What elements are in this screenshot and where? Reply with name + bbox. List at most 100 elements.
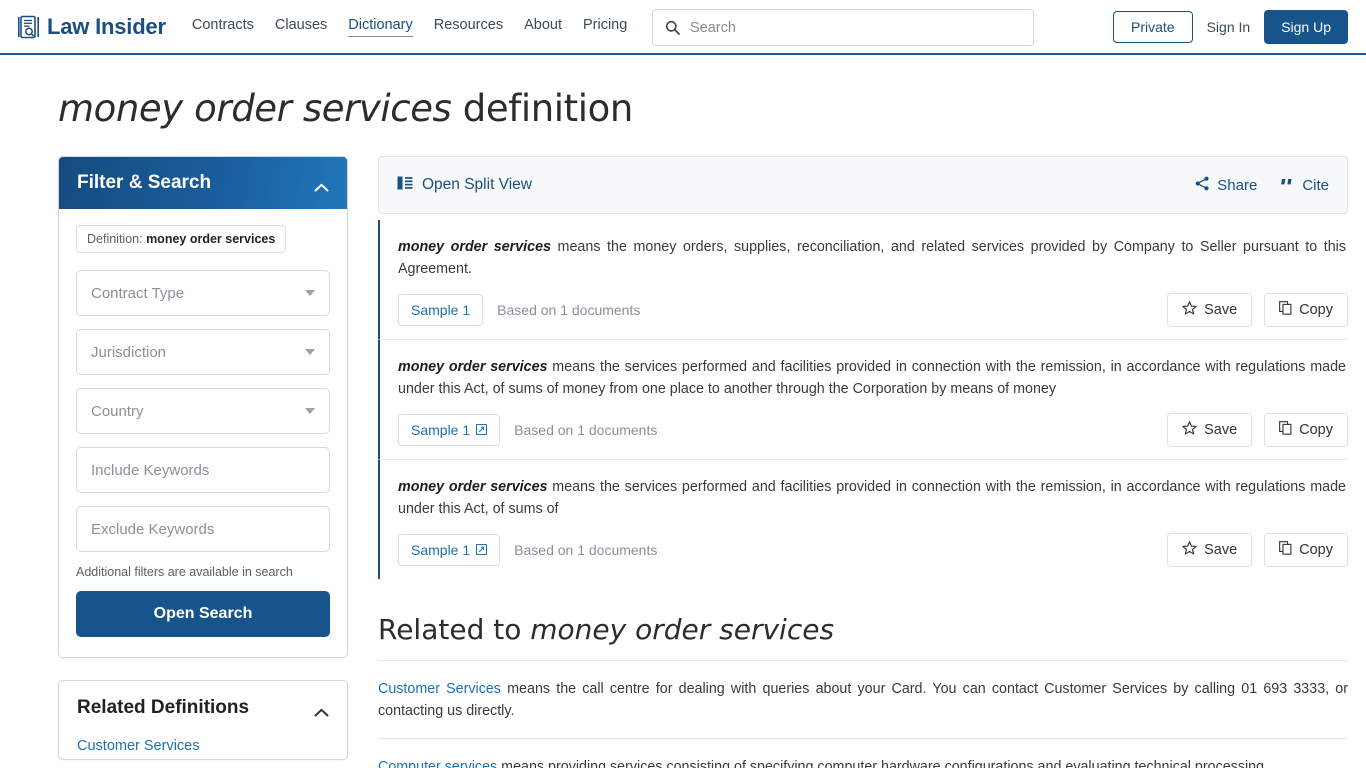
exclude-keywords-input[interactable]: Exclude Keywords: [76, 506, 330, 552]
sample-label: Sample 1: [411, 422, 471, 438]
star-icon: [1182, 421, 1197, 439]
related-definition-entry: Computer services means providing servic…: [378, 739, 1348, 768]
country-select[interactable]: Country: [76, 388, 330, 434]
sample-button[interactable]: Sample 1: [398, 414, 501, 446]
include-keywords-placeholder: Include Keywords: [91, 461, 210, 479]
filter-search-header[interactable]: Filter & Search: [59, 157, 347, 209]
related-definition-text: Customer Services means the call centre …: [378, 678, 1348, 722]
nav-item-contracts[interactable]: Contracts: [192, 17, 254, 36]
chevron-up-icon[interactable]: [314, 179, 329, 191]
save-label: Save: [1204, 542, 1238, 558]
related-heading-prefix: Related to: [378, 613, 531, 646]
related-definition-link[interactable]: Computer services: [378, 759, 497, 768]
cite-button[interactable]: Cite: [1281, 177, 1329, 194]
related-definition-link[interactable]: Customer Services: [378, 681, 501, 697]
nav-item-clauses[interactable]: Clauses: [275, 17, 327, 36]
nav-item-resources[interactable]: Resources: [434, 17, 503, 36]
external-link-icon: [476, 422, 488, 438]
nav-item-pricing[interactable]: Pricing: [583, 17, 627, 36]
share-icon: [1195, 176, 1210, 195]
filter-search-body: Definition: money order services Contrac…: [59, 209, 347, 657]
based-on-label: Based on 1 documents: [497, 302, 641, 318]
definition-entry: money order services means the money ord…: [378, 220, 1348, 339]
copy-icon: [1279, 421, 1292, 439]
chevron-down-icon: [305, 290, 315, 296]
save-button[interactable]: Save: [1167, 413, 1253, 447]
toolbar-actions: Share Cite: [1195, 176, 1329, 195]
logo[interactable]: Law Insider: [18, 14, 166, 40]
copy-label: Copy: [1299, 302, 1333, 318]
related-definition-body: means the call centre for dealing with q…: [378, 681, 1349, 719]
search-input[interactable]: Search: [652, 9, 1034, 46]
jurisdiction-placeholder: Jurisdiction: [91, 343, 167, 361]
definition-text: money order services means the services …: [398, 476, 1348, 520]
definition-chip[interactable]: Definition: money order services: [76, 225, 287, 253]
definition-text: money order services means the services …: [398, 356, 1348, 400]
definition-toolbar: Open Split View Share Cite: [378, 156, 1348, 214]
star-icon: [1182, 301, 1197, 319]
related-definition-item[interactable]: Customer Services: [59, 733, 347, 759]
header-actions: Private Sign In Sign Up: [1113, 10, 1348, 44]
sign-up-button[interactable]: Sign Up: [1264, 10, 1348, 44]
copy-button[interactable]: Copy: [1264, 413, 1348, 447]
chevron-down-icon: [305, 349, 315, 355]
definition-buttons: Save Copy: [1167, 413, 1348, 447]
sign-in-button[interactable]: Sign In: [1207, 19, 1251, 35]
open-split-view-label: Open Split View: [422, 176, 532, 193]
main-content: Open Split View Share Cite money order s…: [378, 156, 1348, 768]
filter-search-title: Filter & Search: [77, 172, 212, 193]
split-view-icon: [397, 176, 413, 195]
definition-actions-row: Sample 1 Based on 1 documents Save Copy: [398, 293, 1348, 327]
definition-entry: money order services means the services …: [378, 339, 1348, 459]
save-button[interactable]: Save: [1167, 293, 1253, 327]
cite-label: Cite: [1302, 176, 1329, 194]
save-label: Save: [1204, 422, 1238, 438]
related-definitions-panel: Related Definitions Customer Services: [58, 680, 348, 760]
nav-item-about[interactable]: About: [524, 17, 562, 36]
country-placeholder: Country: [91, 402, 144, 420]
save-label: Save: [1204, 302, 1238, 318]
definition-term: money order services: [398, 359, 548, 375]
related-definition-entry: Customer Services means the call centre …: [378, 661, 1348, 738]
contract-type-placeholder: Contract Type: [91, 284, 185, 302]
copy-icon: [1279, 301, 1292, 319]
chevron-down-icon: [305, 408, 315, 414]
copy-button[interactable]: Copy: [1264, 293, 1348, 327]
related-definition-text: Computer services means providing servic…: [378, 756, 1348, 768]
definition-source: Sample 1 Based on 1 documents: [398, 414, 657, 446]
page-title-suffix: definition: [451, 87, 634, 130]
related-definitions-header[interactable]: Related Definitions: [59, 681, 347, 733]
sample-button[interactable]: Sample 1: [398, 534, 501, 566]
jurisdiction-select[interactable]: Jurisdiction: [76, 329, 330, 375]
based-on-label: Based on 1 documents: [514, 422, 658, 438]
based-on-label: Based on 1 documents: [514, 542, 658, 558]
definition-actions-row: Sample 1 Based on 1 documents Save Copy: [398, 533, 1348, 567]
sample-label: Sample 1: [411, 542, 471, 558]
definition-source: Sample 1 Based on 1 documents: [398, 294, 640, 326]
nav-item-dictionary[interactable]: Dictionary: [348, 17, 413, 37]
contract-type-select[interactable]: Contract Type: [76, 270, 330, 316]
exclude-keywords-placeholder: Exclude Keywords: [91, 520, 215, 538]
definition-text: money order services means the money ord…: [398, 236, 1348, 280]
definition-term: money order services: [398, 479, 548, 495]
open-split-view-button[interactable]: Open Split View: [397, 176, 532, 195]
search-placeholder: Search: [690, 19, 736, 36]
main-nav: Contracts Clauses Dictionary Resources A…: [192, 17, 627, 37]
search-icon: [665, 20, 680, 35]
top-navigation-bar: Law Insider Contracts Clauses Dictionary…: [0, 0, 1366, 55]
definition-buttons: Save Copy: [1167, 293, 1348, 327]
private-button[interactable]: Private: [1113, 11, 1193, 43]
open-search-button[interactable]: Open Search: [76, 591, 330, 637]
definition-source: Sample 1 Based on 1 documents: [398, 534, 657, 566]
chevron-up-icon[interactable]: [314, 704, 329, 716]
star-icon: [1182, 541, 1197, 559]
definition-entry: money order services means the services …: [378, 459, 1348, 579]
copy-button[interactable]: Copy: [1264, 533, 1348, 567]
share-button[interactable]: Share: [1195, 176, 1257, 195]
share-label: Share: [1217, 176, 1258, 194]
definition-buttons: Save Copy: [1167, 533, 1348, 567]
sample-button[interactable]: Sample 1: [398, 294, 484, 326]
save-button[interactable]: Save: [1167, 533, 1253, 567]
include-keywords-input[interactable]: Include Keywords: [76, 447, 330, 493]
page-title-term: money order services: [58, 87, 452, 130]
